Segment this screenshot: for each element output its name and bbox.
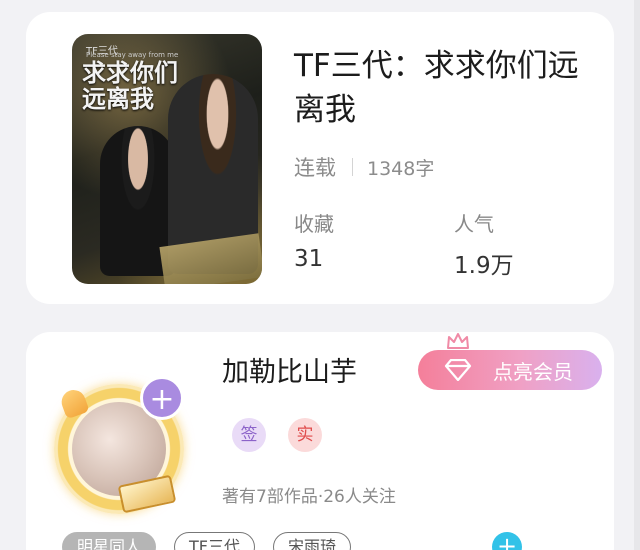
cover-title-line1: 求求你们 xyxy=(82,58,178,87)
book-title: TF三代：求求你们远离我 xyxy=(294,48,579,128)
author-stats: 著有7部作品·26人关注 xyxy=(222,487,396,507)
signed-badge: 签 xyxy=(232,418,266,452)
scrollbar[interactable] xyxy=(634,0,640,550)
book-info-card: TF三代 求求你们 远离我 Please stay away from me T… xyxy=(26,12,614,304)
book-cover-image[interactable]: TF三代 求求你们 远离我 Please stay away from me xyxy=(72,34,262,284)
tag-item[interactable]: TF三代 xyxy=(174,532,255,550)
crown-icon xyxy=(447,333,469,349)
popularity-value: 1.9万 xyxy=(454,253,514,279)
tag-item[interactable]: 宋雨琦 xyxy=(273,532,352,550)
cover-title-line2: 远离我 xyxy=(82,84,154,113)
book-status: 连载 xyxy=(294,156,336,180)
popularity-label: 人气 xyxy=(454,212,494,236)
author-name[interactable]: 加勒比山芋 xyxy=(222,350,357,389)
vip-button-label: 点亮会员 xyxy=(493,359,573,384)
book-meta: 连载 1348字 xyxy=(294,152,434,182)
follow-button[interactable]: + xyxy=(140,376,184,420)
cover-title: 求求你们 远离我 xyxy=(82,60,178,112)
favorites-label: 收藏 xyxy=(294,212,334,236)
verified-badge: 实 xyxy=(288,418,322,452)
cover-subtitle: Please stay away from me xyxy=(86,51,179,59)
tag-item[interactable]: 明星同人 xyxy=(62,532,157,550)
favorites-value: 31 xyxy=(294,246,324,272)
vip-button[interactable]: 点亮会员 xyxy=(418,350,602,390)
add-tag-button[interactable]: + xyxy=(492,532,522,550)
diamond-icon xyxy=(444,359,472,381)
author-card: + 加勒比山芋 点亮会员 签 实 著有7部作品·26人关注 明星同人 TF三代 … xyxy=(26,332,614,550)
tag-list: 明星同人 TF三代 宋雨琦 + xyxy=(62,532,522,550)
meta-divider xyxy=(352,158,353,176)
book-word-count: 1348字 xyxy=(367,157,435,180)
